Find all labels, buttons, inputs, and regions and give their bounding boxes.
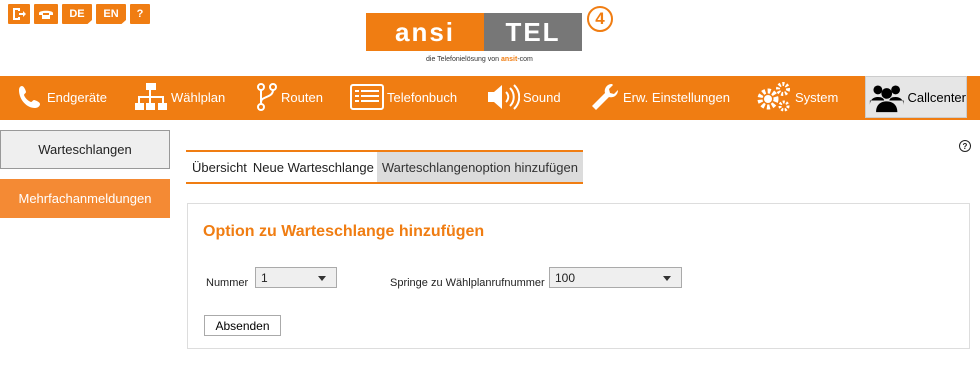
lang-de-button[interactable]: DE: [62, 4, 92, 24]
nummer-select[interactable]: 1: [255, 267, 337, 288]
form-panel: Option zu Warteschlange hinzufügen Numme…: [187, 203, 970, 349]
nav-item-waehlplan[interactable]: Wählplan: [134, 76, 225, 118]
springe-value: 100: [555, 270, 576, 285]
tab-bar: Übersicht Neue Warteschlange Warteschlan…: [186, 150, 583, 184]
nummer-value: 1: [261, 270, 268, 285]
lang-en-button[interactable]: EN: [96, 4, 126, 24]
gears-icon: [757, 82, 790, 112]
top-icon-bar: DE EN ?: [8, 4, 150, 24]
tab-uebersicht[interactable]: Übersicht: [186, 152, 250, 182]
nav-item-telefonbuch[interactable]: Telefonbuch: [350, 76, 457, 118]
absenden-button[interactable]: Absenden: [204, 315, 281, 336]
top-bar: DE EN ? ansi TEL 4 die Telefonielösung v…: [0, 0, 980, 76]
nav-item-routen[interactable]: Routen: [256, 76, 323, 118]
help-icon[interactable]: ?: [959, 140, 971, 152]
help-icon[interactable]: ?: [130, 4, 150, 24]
main-nav: Endgeräte Wählplan Routen Telefonbuch So…: [0, 76, 980, 120]
sidebar-item-warteschlangen[interactable]: Warteschlangen: [0, 130, 170, 169]
speaker-icon: [488, 84, 520, 110]
sitemap-icon: [135, 83, 167, 110]
springe-label: Springe zu Wählplanrufnummer: [390, 277, 545, 289]
logo-version: 4: [587, 6, 613, 32]
logo-tagline: die Telefonielösung von ansit-com: [426, 56, 533, 63]
nav-item-erw-einstellungen[interactable]: Erw. Einstellungen: [590, 76, 730, 118]
route-icon: [257, 83, 277, 111]
sidebar-item-mehrfachanmeldungen[interactable]: Mehrfachanmeldungen: [0, 179, 170, 218]
tab-warteschlangenoption-hinzufuegen[interactable]: Warteschlangenoption hinzufügen: [376, 152, 583, 182]
logo-left: ansi: [366, 13, 484, 51]
ansitel-logo[interactable]: ansi TEL 4 die Telefonielösung von ansit…: [366, 6, 616, 68]
chevron-down-icon: [318, 276, 326, 281]
phonebook-icon: [350, 84, 384, 110]
users-icon: [869, 85, 904, 113]
form-title: Option zu Warteschlange hinzufügen: [203, 223, 485, 240]
phone-icon[interactable]: [34, 4, 58, 24]
nav-item-system[interactable]: System: [756, 76, 838, 118]
wrench-icon: [592, 83, 619, 110]
springe-select[interactable]: 100: [549, 267, 682, 288]
logo-right: TEL: [484, 13, 582, 51]
phone-handset-icon: [19, 86, 40, 108]
tab-neue-warteschlange[interactable]: Neue Warteschlange: [250, 152, 377, 182]
chevron-down-icon: [663, 276, 671, 281]
nav-item-sound[interactable]: Sound: [486, 76, 561, 118]
logout-icon[interactable]: [8, 4, 30, 24]
nav-item-callcenter[interactable]: Callcenter: [865, 76, 967, 118]
nummer-label: Nummer: [206, 277, 249, 289]
nav-item-endgeraete[interactable]: Endgeräte: [16, 76, 107, 118]
